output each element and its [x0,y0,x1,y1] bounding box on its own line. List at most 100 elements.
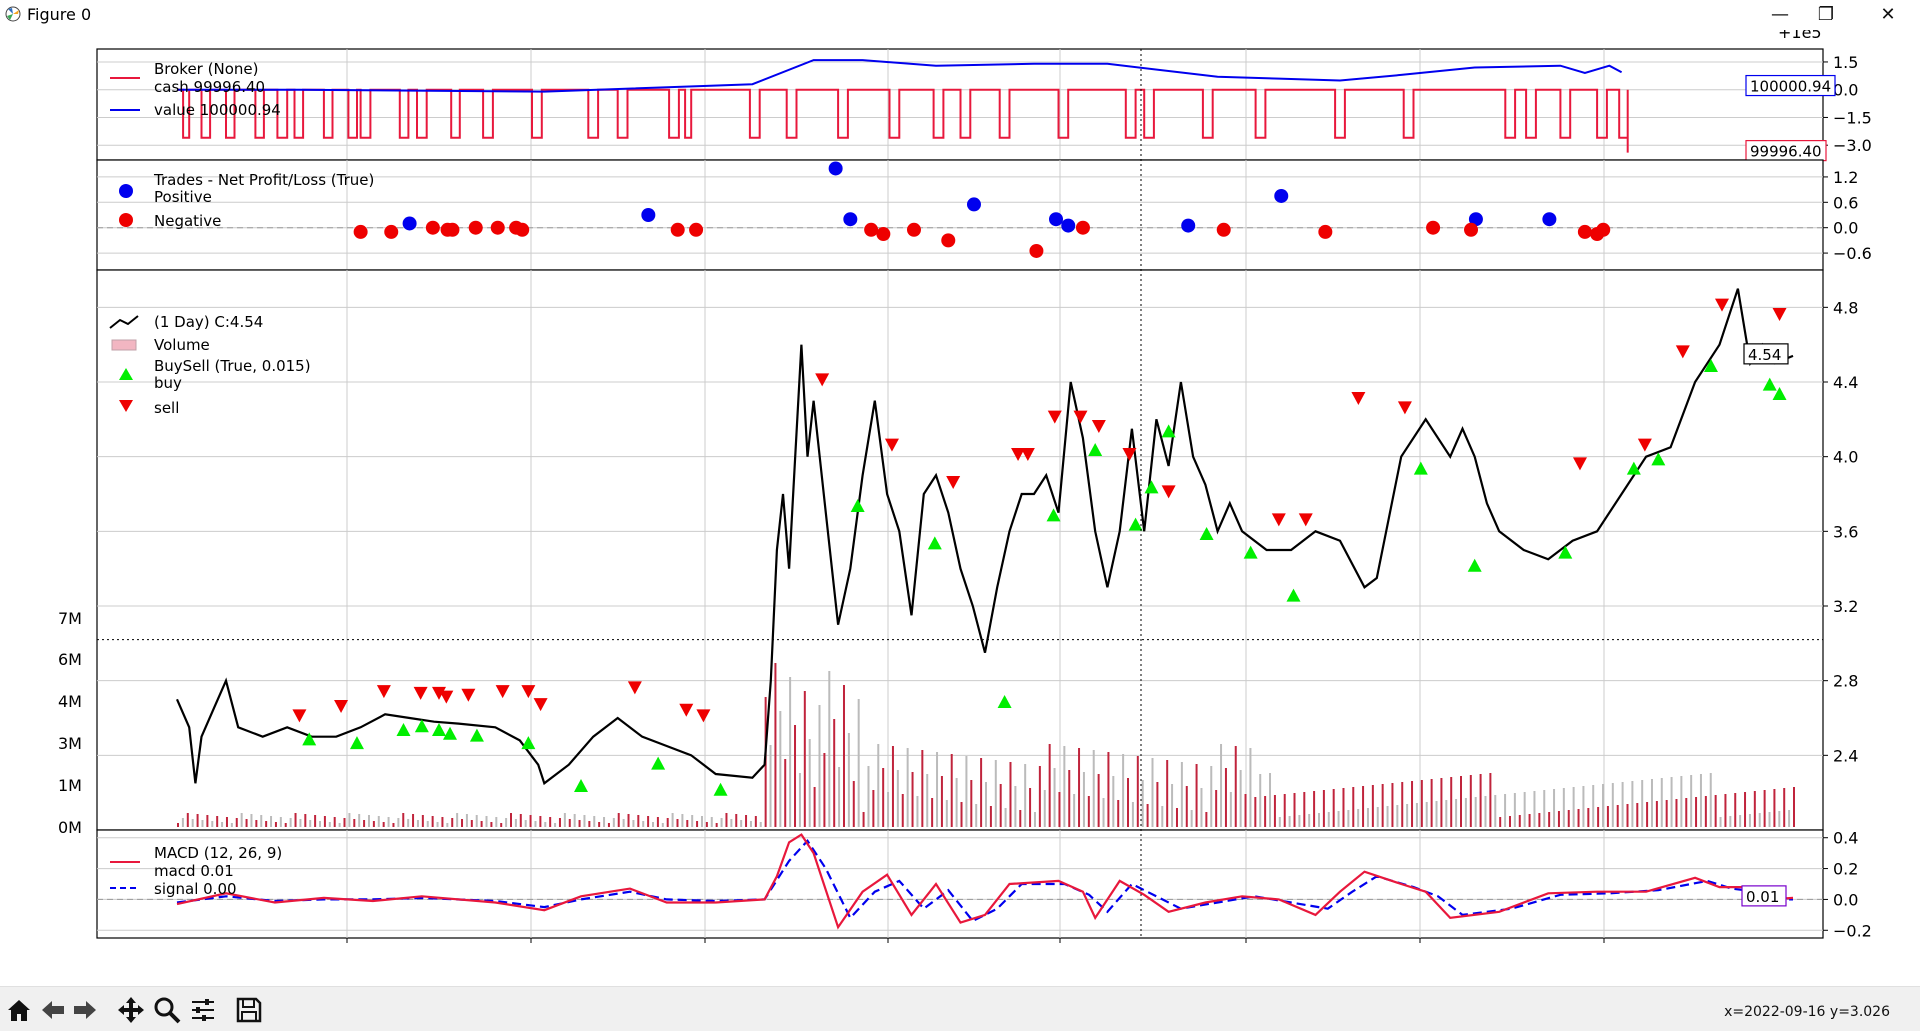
volume-bar [1381,784,1384,827]
volume-bar [1611,783,1614,827]
trade-negative-dot [864,222,879,237]
volume-bar [798,773,801,827]
back-icon[interactable] [38,995,68,1025]
volume-bar [250,814,253,827]
volume-bar [598,822,601,827]
volume-bar [1087,796,1090,827]
maximize-button[interactable]: ❐ [1803,0,1849,30]
volume-bar [1778,811,1781,827]
volume-bar [221,822,224,827]
figure-canvas[interactable]: 1.5 0.0 −1.5 −3.0 +1e5 100000.94 99996.40 Broke… [0,30,1920,986]
volume-bar [1650,779,1653,827]
trade-positive-dot [828,161,843,176]
volume-bar [1303,792,1306,827]
volume-bar [289,818,292,827]
configure-icon[interactable] [188,995,218,1025]
home-icon[interactable] [4,995,34,1025]
volume-bar [363,820,366,827]
volume-bar [642,821,645,827]
minimize-button[interactable]: — [1757,0,1803,30]
volume-bar [495,817,498,827]
volume-bar [1014,786,1017,827]
trade-positive-dot [1181,218,1196,233]
volume-bar [206,815,209,827]
trade-negative-dot [1318,224,1333,239]
legend-value: value 100000.94 [154,101,281,119]
volume-bar [1180,762,1183,827]
volume-bar [975,804,978,827]
volume-bar [465,814,468,827]
macd-ytick-label: −0.2 [1833,921,1872,940]
volume-bar [436,822,439,827]
volume-bar [1709,773,1712,827]
volume-bar [1229,792,1232,827]
volume-bar [265,821,268,827]
volume-bar [1518,815,1521,827]
forward-icon[interactable] [70,995,100,1025]
navigation-toolbar: x=2022-09-16 y=3.026 [0,986,1920,1031]
cash-last-tag: 99996.40 [1750,143,1822,161]
volume-bar [1131,802,1134,827]
volume-bar [960,802,963,827]
volume-bar [1259,774,1262,827]
macd-panel: 0.4 0.2 0.0 −0.2 0.01 MACD (12, 26, 9)macd 0.… [96,829,1872,943]
volume-bar [1141,780,1144,827]
legend-positive: Positive [154,188,212,206]
volume-bar [500,823,503,827]
trade-positive-dot [1061,218,1076,233]
zoom-icon[interactable] [152,995,182,1025]
price-ytick-label: 4.8 [1833,298,1858,317]
volume-bar [1479,774,1482,827]
value-last-tag: 100000.94 [1750,78,1831,96]
save-icon[interactable] [234,995,264,1025]
volume-bar [1592,785,1595,827]
pan-icon[interactable] [116,995,146,1025]
volume-bar [872,790,875,827]
volume-bar [505,818,508,827]
volume-bar [921,750,924,827]
volume-bar [274,822,277,827]
volume-bar [1425,802,1428,827]
volume-bar [896,770,899,827]
volume-bar [353,819,356,827]
volume-bar [1768,812,1771,827]
volume-bar [955,778,958,827]
volume-bar [475,815,478,827]
volume-bar [681,814,684,827]
volume-bar [813,787,816,827]
macd-ytick-label: 0.4 [1833,829,1858,848]
volume-bar [509,813,512,827]
volume-bar [1352,787,1355,827]
volume-bar [1009,762,1012,827]
legend-positive-swatch [119,184,133,198]
close-button[interactable]: ✕ [1865,0,1911,30]
volume-bar [754,816,757,827]
volume-bar [1136,756,1139,827]
trade-negative-dot [876,227,891,242]
volume-bar [1636,803,1639,827]
volume-bar [1190,810,1193,827]
volume-bar [338,823,341,827]
volume-bar [911,772,914,827]
volume-bar [1430,779,1433,827]
volume-bar [730,819,733,827]
volume-bar [989,806,992,827]
trade-negative-dot [1426,220,1441,235]
volume-bar [1097,774,1100,827]
volume-bar [1337,811,1340,827]
legend-negative: Negative [154,212,221,230]
volume-bar [1504,794,1507,827]
volume-bar [1386,806,1389,827]
volume-bar [1063,746,1066,827]
volume-bar [774,663,777,827]
volume-bar [857,699,860,827]
volume-bar [1538,813,1541,827]
volume-bar [1450,777,1453,827]
volume-bar [622,819,625,827]
volume-bar [789,677,792,827]
volume-bar [1660,778,1663,827]
volume-bar [1572,787,1575,827]
volume-bar [1670,777,1673,827]
volume-bar [1690,775,1693,827]
volume-bar [1758,813,1761,827]
